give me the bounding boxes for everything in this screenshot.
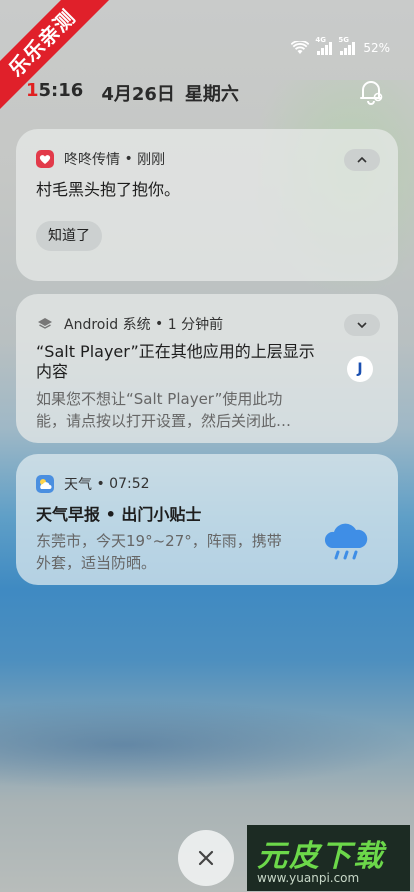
separator-dot: • bbox=[150, 316, 168, 332]
watermark-brand: 元皮下载 bbox=[257, 839, 385, 874]
app-name: Android 系统 bbox=[64, 317, 151, 333]
notification-message: 村毛黑头抱了抱你。 bbox=[36, 180, 181, 199]
notification-card-android-system[interactable]: Android 系统 • 1 分钟前 “Salt Player”正在其他应用的上… bbox=[16, 294, 398, 443]
heart-app-icon bbox=[36, 150, 54, 168]
separator-dot: • bbox=[120, 151, 138, 167]
signal-4g-label: 4G bbox=[315, 35, 326, 44]
date: 4月26日 bbox=[101, 84, 175, 105]
notification-body-line2: 能，请点按以打开设置，然后关闭此… bbox=[36, 412, 292, 430]
signal-4g-icon: 4G bbox=[315, 36, 333, 55]
acknowledge-button[interactable]: 知道了 bbox=[36, 221, 102, 251]
wifi-icon bbox=[291, 41, 310, 54]
background-haze bbox=[0, 700, 414, 790]
notification-header: 咚咚传情 • 刚刚 bbox=[36, 149, 378, 169]
notification-settings-bell-icon[interactable] bbox=[358, 78, 384, 106]
notification-card-weather[interactable]: 天气 • 07:52 天气早报 • 出门小贴士 东莞市，今天19°~27°，阵雨… bbox=[16, 454, 398, 585]
corner-ribbon: 乐乐亲测 bbox=[0, 0, 110, 110]
notification-time: 1 分钟前 bbox=[167, 317, 224, 333]
notification-card-dongdong[interactable]: 咚咚传情 • 刚刚 村毛黑头抱了抱你。 知道了 bbox=[16, 129, 398, 281]
layers-icon bbox=[36, 315, 54, 333]
separator-dot: • bbox=[92, 476, 110, 492]
weather-app-icon bbox=[36, 475, 54, 493]
signal-5g-icon: 5G bbox=[338, 36, 356, 55]
watermark-url: www.yuanpi.com bbox=[257, 871, 360, 885]
notification-header: Android 系统 • 1 分钟前 bbox=[36, 314, 378, 334]
ribbon-text: 乐乐亲测 bbox=[0, 0, 110, 110]
app-name: 天气 bbox=[64, 477, 92, 493]
chevron-up-icon bbox=[357, 157, 367, 163]
rain-cloud-icon bbox=[324, 523, 368, 560]
chevron-down-icon bbox=[357, 322, 367, 328]
notification-header: 天气 • 07:52 bbox=[36, 474, 378, 494]
close-icon bbox=[198, 850, 214, 866]
collapse-button[interactable] bbox=[344, 149, 380, 171]
notification-title: “Salt Player”正在其他应用的上层显示 内容 bbox=[36, 342, 378, 382]
signal-5g-label: 5G bbox=[338, 35, 349, 44]
weekday: 星期六 bbox=[184, 84, 239, 105]
notification-title-line2: 内容 bbox=[36, 362, 69, 381]
notification-body: 如果您不想让“Salt Player”使用此功 能，请点按以打开设置，然后关闭此… bbox=[36, 388, 378, 432]
notification-title-line1: “Salt Player”正在其他应用的上层显示 bbox=[36, 342, 315, 361]
salt-player-app-icon: J bbox=[347, 356, 373, 382]
status-bar: 4G 5G 52% bbox=[291, 36, 390, 58]
site-watermark: 元皮下载 www.yuanpi.com bbox=[247, 825, 410, 891]
battery-percent: 52% bbox=[363, 41, 390, 55]
app-name: 咚咚传情 bbox=[64, 152, 120, 168]
notification-body-line1: 如果您不想让“Salt Player”使用此功 bbox=[36, 390, 283, 408]
expand-button[interactable] bbox=[344, 314, 380, 336]
notification-time: 刚刚 bbox=[137, 152, 166, 168]
clear-all-button[interactable] bbox=[178, 830, 234, 886]
notification-time: 07:52 bbox=[109, 476, 150, 492]
